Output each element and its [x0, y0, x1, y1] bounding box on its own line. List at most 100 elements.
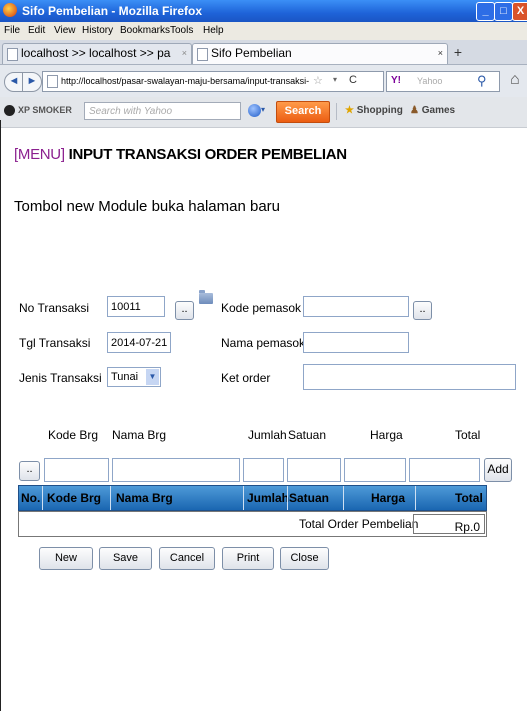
- games-button[interactable]: ♟ Games: [410, 105, 455, 116]
- total-label: Total Order Pembelian: [299, 517, 419, 531]
- page-left-border: [0, 120, 1, 711]
- chevron-down-icon: ▾: [261, 105, 266, 114]
- url-dropdown-icon[interactable]: ▾: [333, 75, 337, 84]
- games-label: Games: [421, 105, 456, 116]
- table-header-kode-brg: Kode Brg: [47, 491, 101, 505]
- table-divider: [42, 486, 43, 510]
- minimize-button[interactable]: _: [476, 2, 495, 21]
- tab-sifo-pembelian[interactable]: Sifo Pembelian ×: [192, 43, 448, 64]
- page-title: [MENU] INPUT TRANSAKSI ORDER PEMBELIAN: [14, 146, 347, 163]
- forward-button[interactable]: ►: [22, 72, 42, 92]
- new-button[interactable]: New: [39, 547, 93, 570]
- jenis-transaksi-value: Tunai: [111, 371, 139, 383]
- kode-brg-browse-button[interactable]: ..: [19, 461, 40, 481]
- entry-header-jumlah: Jumlah: [248, 428, 287, 442]
- menu-help[interactable]: Help: [203, 25, 224, 36]
- table-divider: [287, 486, 288, 510]
- total-value-box: Rp.0: [413, 514, 485, 534]
- yahoo-search-input[interactable]: Search with Yahoo: [84, 102, 241, 120]
- satuan-input[interactable]: [287, 458, 341, 482]
- browser-search-box[interactable]: Y! Yahoo ⚲: [386, 71, 500, 92]
- xp-smoker-brand: XP SMOKER: [4, 105, 72, 117]
- add-item-button[interactable]: Add: [484, 458, 512, 482]
- table-divider: [243, 486, 244, 510]
- tab-label: Sifo Pembelian: [211, 46, 292, 60]
- folder-icon[interactable]: [199, 290, 213, 304]
- toolbar-divider: [336, 103, 337, 120]
- url-bar[interactable]: http://localhost/pasar-swalayan-maju-ber…: [42, 71, 384, 92]
- close-button[interactable]: Close: [280, 547, 329, 570]
- tab-label: localhost >> localhost >> pasar-swalaya.…: [21, 46, 171, 60]
- page-icon: [7, 48, 18, 61]
- table-divider: [415, 486, 416, 510]
- menu-view[interactable]: View: [54, 25, 76, 36]
- print-button[interactable]: Print: [222, 547, 274, 570]
- no-transaksi-label: No Transaksi: [19, 301, 90, 315]
- jenis-transaksi-select[interactable]: Tunai ▼: [107, 367, 161, 387]
- menu-edit[interactable]: Edit: [28, 25, 45, 36]
- kode-brg-input[interactable]: [44, 458, 109, 482]
- xp-brand-label: XP SMOKER: [18, 105, 72, 115]
- maximize-button[interactable]: □: [494, 2, 513, 21]
- kode-pemasok-input[interactable]: [303, 296, 409, 317]
- table-divider: [110, 486, 111, 510]
- kode-pemasok-browse-button[interactable]: ..: [413, 301, 432, 320]
- menu-history[interactable]: History: [82, 25, 113, 36]
- save-button[interactable]: Save: [99, 547, 152, 570]
- nama-brg-input[interactable]: [112, 458, 240, 482]
- window-titlebar: Sifo Pembelian - Mozilla Firefox _ □ X: [0, 0, 527, 22]
- window-title: Sifo Pembelian - Mozilla Firefox: [22, 4, 203, 18]
- reload-icon[interactable]: C: [349, 74, 357, 86]
- table-header-nama-brg: Nama Brg: [116, 491, 173, 505]
- new-tab-button[interactable]: +: [450, 45, 466, 61]
- kode-pemasok-label: Kode pemasok: [221, 301, 302, 315]
- table-header-harga: Harga: [371, 491, 406, 505]
- navigation-bar: ◄ ► http://localhost/pasar-swalayan-maju…: [0, 65, 527, 97]
- entry-header-kode-brg: Kode Brg: [48, 428, 99, 442]
- table-header-total: Total: [455, 491, 483, 505]
- page-title-text: INPUT TRANSAKSI ORDER PEMBELIAN: [68, 146, 348, 163]
- page-subheading: Tombol new Module buka halaman baru: [14, 198, 280, 215]
- yahoo-search-button[interactable]: Search: [276, 101, 330, 123]
- tgl-transaksi-input[interactable]: [107, 332, 171, 353]
- browser-search-placeholder: Yahoo: [417, 76, 443, 86]
- tab-bar: localhost >> localhost >> pasar-swalaya.…: [0, 40, 527, 65]
- page-icon: [47, 75, 58, 88]
- menu-tools[interactable]: Tools: [170, 25, 193, 36]
- menu-bookmarks[interactable]: Bookmarks: [120, 25, 170, 36]
- home-icon[interactable]: ⌂: [510, 71, 520, 89]
- tab-close-icon[interactable]: ×: [438, 44, 443, 63]
- ket-order-input[interactable]: [303, 364, 516, 390]
- menu-link[interactable]: [MENU]: [14, 146, 65, 163]
- items-table-header: No. Kode Brg Nama Brg Jumlah Satuan Harg…: [18, 485, 487, 511]
- tab-close-icon[interactable]: ×: [182, 44, 187, 63]
- ket-order-label: Ket order: [221, 371, 271, 385]
- close-window-button[interactable]: X: [512, 2, 527, 21]
- yahoo-search-dropdown[interactable]: ▾: [248, 102, 272, 120]
- yahoo-circle-icon: [248, 104, 261, 117]
- total-value: Rp.0: [454, 520, 480, 534]
- no-transaksi-input[interactable]: [107, 296, 165, 317]
- table-header-no: No.: [21, 491, 41, 505]
- shopping-button[interactable]: ★ Shopping: [345, 105, 403, 116]
- cancel-button[interactable]: Cancel: [159, 547, 215, 570]
- jumlah-input[interactable]: [243, 458, 284, 482]
- tab-localhost[interactable]: localhost >> localhost >> pasar-swalaya.…: [2, 43, 192, 64]
- bookmark-star-icon[interactable]: ☆: [313, 74, 323, 87]
- menu-bar: File Edit View History Bookmarks Tools H…: [0, 22, 527, 40]
- nama-pemasok-label: Nama pemasok: [221, 336, 306, 350]
- back-button[interactable]: ◄: [4, 72, 24, 92]
- yahoo-logo-icon: Y!: [391, 75, 401, 86]
- url-text[interactable]: http://localhost/pasar-swalayan-maju-ber…: [61, 76, 309, 86]
- harga-input[interactable]: [344, 458, 406, 482]
- search-icon[interactable]: ⚲: [477, 73, 487, 89]
- chevron-down-icon[interactable]: ▼: [146, 369, 159, 385]
- table-header-satuan: Satuan: [289, 491, 330, 505]
- menu-file[interactable]: File: [4, 25, 20, 36]
- jenis-transaksi-label: Jenis Transaksi: [19, 371, 102, 385]
- entry-header-satuan: Satuan: [288, 428, 327, 442]
- total-input[interactable]: [409, 458, 480, 482]
- no-transaksi-browse-button[interactable]: ..: [175, 301, 194, 320]
- firefox-icon: [3, 3, 17, 17]
- nama-pemasok-input[interactable]: [303, 332, 409, 353]
